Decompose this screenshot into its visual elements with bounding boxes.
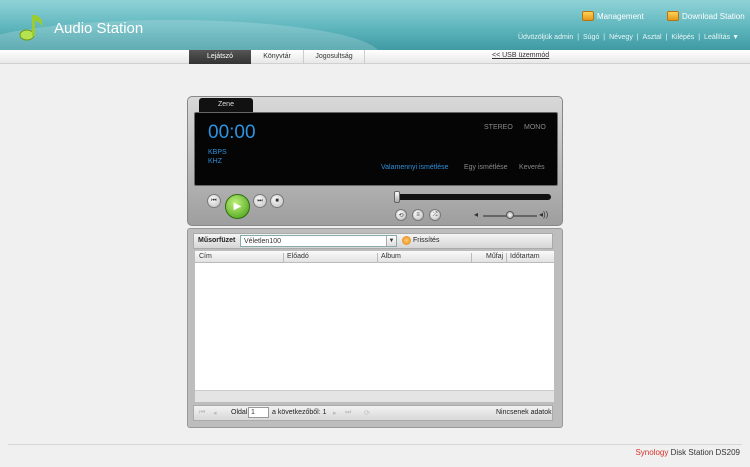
separator: | bbox=[636, 34, 639, 41]
repeat-all-option[interactable]: Valamennyi ismétlése bbox=[381, 164, 449, 171]
footer-divider bbox=[8, 444, 742, 445]
management-icon bbox=[582, 11, 594, 21]
column-title[interactable]: Cím bbox=[196, 253, 284, 262]
repeat-button[interactable]: ⟲ bbox=[395, 209, 407, 221]
stop-icon: ■ bbox=[275, 198, 279, 204]
music-note-logo-icon bbox=[19, 15, 43, 41]
download-station-label: Download Station bbox=[682, 11, 745, 21]
product-name: Disk Station DS209 bbox=[670, 448, 740, 457]
horizontal-scrollbar[interactable] bbox=[195, 390, 554, 402]
seek-bar[interactable] bbox=[394, 191, 551, 203]
help-link[interactable]: Súgó bbox=[583, 34, 599, 41]
mono-indicator: MONO bbox=[524, 124, 546, 131]
volume-low-icon: ◂ bbox=[474, 210, 479, 219]
app-header: Audio Station Management Download Statio… bbox=[0, 0, 750, 50]
footer-brand: Synology Disk Station DS209 bbox=[635, 448, 740, 457]
usb-mode-link[interactable]: << USB üzemmód bbox=[492, 52, 549, 59]
repeat-icon: ⟲ bbox=[398, 212, 404, 219]
separator: | bbox=[698, 34, 701, 41]
separator: | bbox=[577, 34, 580, 41]
next-button[interactable]: ⏭ bbox=[253, 194, 267, 208]
volume-handle[interactable] bbox=[506, 211, 514, 219]
shuffle-button[interactable]: ⤮ bbox=[429, 209, 441, 221]
brand-name: Synology bbox=[635, 448, 669, 457]
playlist-select[interactable]: Véletlen100 ▼ bbox=[240, 235, 397, 247]
last-page-icon[interactable]: ⏭ bbox=[345, 409, 351, 417]
download-station-link[interactable]: Download Station bbox=[667, 11, 745, 21]
playlist-selected-value: Véletlen100 bbox=[244, 238, 281, 245]
shutdown-menu[interactable]: Leállítás ▼ bbox=[704, 34, 739, 41]
refresh-label: Frissítés bbox=[413, 237, 440, 244]
nav-bar bbox=[0, 50, 750, 64]
separator: | bbox=[665, 34, 668, 41]
play-icon: ▶ bbox=[233, 201, 242, 212]
shuffle-icon: ⤮ bbox=[432, 211, 438, 218]
tab-library[interactable]: Könyvtár bbox=[251, 50, 304, 64]
playlist-table-body bbox=[195, 263, 554, 390]
kbps-label: KBPS bbox=[208, 149, 227, 156]
stereo-indicator: STEREO bbox=[484, 124, 513, 131]
welcome-text: Üdvözöljük admin bbox=[518, 34, 574, 41]
column-artist[interactable]: Előadó bbox=[284, 253, 378, 262]
app-title: Audio Station bbox=[54, 20, 144, 37]
page-count-label: a következőből: 1 bbox=[272, 409, 327, 416]
playlist-toggle-button[interactable]: ≡ bbox=[412, 209, 424, 221]
seek-handle[interactable] bbox=[394, 191, 400, 203]
first-page-icon[interactable]: ⏮ bbox=[199, 409, 205, 417]
separator: | bbox=[603, 34, 606, 41]
play-button[interactable]: ▶ bbox=[225, 194, 250, 219]
playlist-label: Műsorfüzet bbox=[198, 237, 236, 244]
management-link[interactable]: Management bbox=[582, 11, 644, 21]
user-links: Üdvözöljük admin | Súgó | Névegy | Aszta… bbox=[517, 34, 740, 41]
next-page-icon[interactable]: ▸ bbox=[333, 409, 337, 417]
shuffle-option[interactable]: Keverés bbox=[519, 164, 545, 171]
prev-page-icon[interactable]: ◂ bbox=[213, 409, 217, 417]
column-genre[interactable]: Műfaj bbox=[472, 253, 507, 262]
desktop-link[interactable]: Asztal bbox=[643, 34, 662, 41]
reload-icon[interactable]: ⟳ bbox=[364, 409, 370, 417]
page-number-input[interactable]: 1 bbox=[248, 407, 269, 418]
refresh-button[interactable]: Frissítés bbox=[402, 236, 439, 245]
download-station-icon bbox=[667, 11, 679, 21]
chevron-down-icon[interactable]: ▼ bbox=[386, 236, 396, 246]
repeat-one-option[interactable]: Egy ismétlése bbox=[464, 164, 508, 171]
management-label: Management bbox=[597, 11, 644, 21]
previous-icon: ⏮ bbox=[211, 197, 217, 204]
logout-link[interactable]: Kilépés bbox=[671, 34, 694, 41]
next-icon: ⏭ bbox=[257, 197, 263, 204]
khz-label: KHZ bbox=[208, 158, 222, 165]
list-icon: ≡ bbox=[416, 212, 420, 218]
stop-button[interactable]: ■ bbox=[270, 194, 284, 208]
lock-link[interactable]: Névegy bbox=[609, 34, 633, 41]
column-duration[interactable]: Időtartam bbox=[507, 253, 554, 262]
page-label: Oldal bbox=[231, 409, 248, 416]
time-display: 00:00 bbox=[208, 122, 256, 143]
refresh-icon bbox=[402, 236, 411, 245]
tab-permissions[interactable]: Jogosultság bbox=[304, 50, 365, 64]
tab-player[interactable]: Lejátszó bbox=[189, 50, 251, 64]
player-tab-music[interactable]: Zene bbox=[199, 98, 253, 112]
previous-button[interactable]: ⏮ bbox=[207, 194, 221, 208]
column-album[interactable]: Album bbox=[378, 253, 472, 262]
no-data-label: Nincsenek adatok bbox=[496, 409, 552, 416]
volume-high-icon: ◂)) bbox=[539, 210, 549, 219]
